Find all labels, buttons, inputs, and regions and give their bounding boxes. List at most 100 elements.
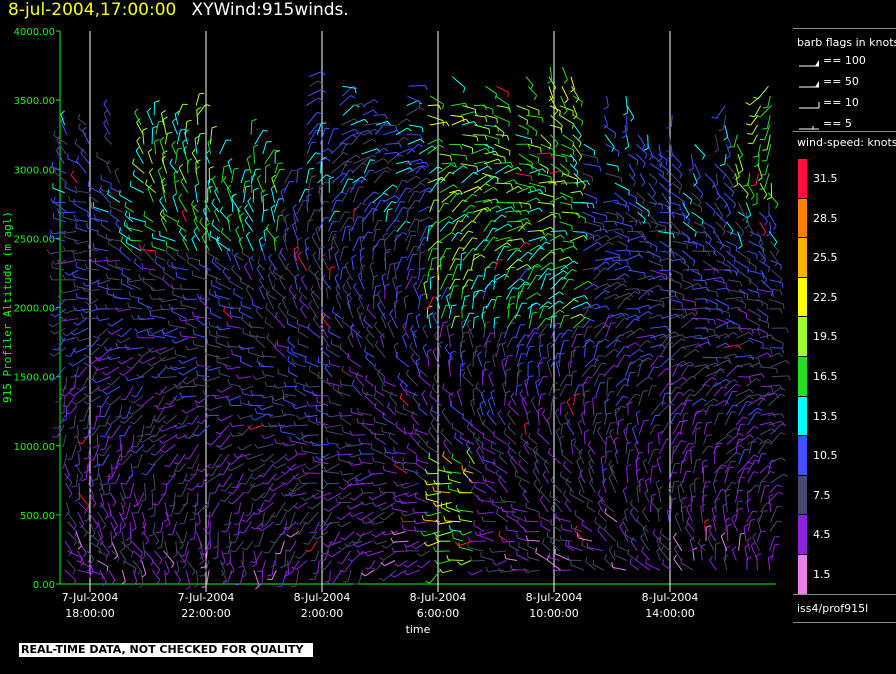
- wind-barb: [199, 264, 212, 271]
- wind-barb-flag: [70, 170, 75, 176]
- wind-barb-flag: [372, 109, 378, 114]
- wind-barb: [614, 259, 627, 261]
- wind-barb-flag: [713, 228, 715, 234]
- wind-barb-flag: [505, 525, 508, 531]
- wind-barb-flag: [576, 457, 581, 462]
- wind-barb: [462, 269, 469, 281]
- wind-barb: [331, 550, 342, 558]
- wind-barb-flag: [82, 282, 87, 287]
- wind-barb-flag: [519, 202, 523, 208]
- wind-barb-flag: [678, 163, 682, 169]
- wind-barb: [583, 340, 587, 358]
- wind-barb: [140, 570, 144, 586]
- wind-barb-flag: [437, 464, 440, 471]
- wind-barb: [636, 486, 640, 503]
- wind-barb: [74, 285, 90, 291]
- wind-barb-flag: [439, 144, 445, 149]
- wind-barb-flag: [488, 128, 491, 134]
- wind-barb: [87, 227, 99, 232]
- y-tick-label: 3000.00: [14, 165, 55, 176]
- wind-barb: [66, 511, 77, 526]
- wind-barb: [374, 482, 387, 487]
- wind-barb: [703, 434, 708, 445]
- wind-barb: [309, 370, 320, 378]
- wind-barb-flag: [447, 484, 450, 490]
- wind-barb: [518, 484, 528, 494]
- wind-barb-flag: [300, 497, 306, 502]
- wind-barb: [247, 453, 264, 460]
- wind-barb-flag: [96, 541, 100, 547]
- wind-barb: [224, 482, 233, 492]
- wind-barb-flag: [334, 251, 340, 255]
- wind-barb: [640, 537, 650, 552]
- wind-barb-flag: [399, 498, 403, 504]
- wind-barb: [246, 158, 252, 174]
- wind-barb: [265, 228, 277, 242]
- wind-barb-flag: [167, 320, 170, 326]
- wind-barb: [110, 187, 121, 194]
- wind-barb-flag: [120, 236, 124, 242]
- wind-barb-flag: [642, 163, 646, 169]
- wind-barb-flag: [494, 273, 500, 277]
- wind-barb-flag: [584, 400, 590, 404]
- wind-barb: [220, 434, 231, 448]
- wind-barb-flag: [605, 261, 610, 265]
- wind-barb: [407, 219, 416, 232]
- wind-barb-flag: [684, 309, 688, 316]
- wind-barb-flag: [567, 329, 573, 332]
- wind-barb: [682, 221, 697, 233]
- wind-barb: [572, 144, 583, 157]
- wind-barb-flag: [107, 330, 113, 335]
- wind-barb: [512, 569, 529, 571]
- wind-barb: [626, 466, 629, 484]
- wind-barb: [175, 541, 178, 556]
- wind-barb: [714, 400, 726, 407]
- wind-barb-flag: [186, 252, 188, 258]
- wind-barb-flag: [159, 136, 165, 142]
- wind-barb-flag: [425, 190, 431, 192]
- wind-barb-flag: [193, 584, 199, 588]
- wind-barb: [268, 492, 276, 502]
- wind-barb-flag: [434, 559, 438, 565]
- wind-barb: [178, 167, 187, 184]
- wind-barb: [332, 387, 344, 397]
- wind-barb: [62, 434, 67, 447]
- wind-barb-flag: [484, 104, 488, 110]
- wind-barb-flag: [652, 465, 658, 468]
- wind-barb: [702, 327, 715, 331]
- wind-barb: [560, 95, 568, 112]
- wind-barb: [560, 424, 563, 435]
- wind-barb: [496, 105, 510, 109]
- wind-barb: [245, 473, 253, 485]
- wind-barb-flag: [107, 545, 113, 549]
- wind-barb-flag: [390, 537, 394, 543]
- wind-barb-flag: [355, 532, 360, 537]
- wind-barb-flag: [457, 388, 462, 392]
- wind-barb-flag: [689, 482, 695, 487]
- wind-barb-flag: [325, 157, 331, 162]
- wind-barb: [111, 327, 123, 335]
- wind-barb: [97, 366, 109, 371]
- wind-barb: [255, 310, 264, 319]
- wind-barb: [341, 383, 353, 387]
- wind-barb: [418, 375, 432, 387]
- wind-barb-flag: [434, 330, 439, 336]
- wind-barb: [88, 195, 99, 203]
- wind-barb-flag: [527, 129, 529, 135]
- wind-barb: [646, 298, 664, 302]
- wind-barb-flag: [364, 346, 367, 352]
- wind-barb-flag: [409, 341, 413, 347]
- wind-barb-flag: [299, 295, 302, 301]
- y-tick-label: 3500.00: [14, 96, 55, 107]
- wind-barb-flag: [697, 283, 703, 288]
- wind-barb: [616, 297, 627, 310]
- wind-barb: [97, 233, 112, 242]
- wind-barb: [603, 348, 615, 358]
- wind-barb-flag: [578, 142, 582, 148]
- wind-barb: [128, 376, 145, 382]
- wind-barb: [649, 495, 653, 513]
- wind-barb: [352, 236, 360, 252]
- wind-barb: [360, 511, 374, 521]
- wind-barb: [216, 240, 231, 252]
- wind-barb-flag: [394, 563, 399, 567]
